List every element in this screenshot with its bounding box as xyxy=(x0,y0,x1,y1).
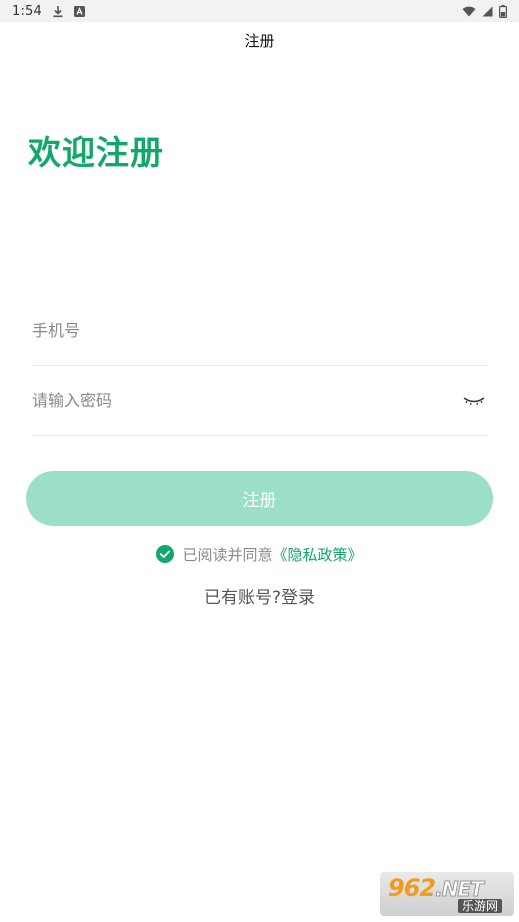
checkbox-checked-icon[interactable] xyxy=(156,545,175,563)
app-notification-icon xyxy=(74,5,85,17)
download-icon xyxy=(52,5,64,18)
watermark-logo: 962.NET 乐游网 xyxy=(380,872,514,916)
register-button[interactable]: 注册 xyxy=(26,471,493,526)
battery-icon xyxy=(499,4,507,18)
watermark-subtitle: 乐游网 xyxy=(458,898,503,913)
wifi-icon xyxy=(462,6,476,17)
phone-input[interactable] xyxy=(32,310,432,351)
status-right xyxy=(462,4,507,18)
status-left: 1:54 xyxy=(12,4,85,19)
status-time: 1:54 xyxy=(12,3,42,19)
password-field-row xyxy=(32,366,488,436)
eye-closed-icon[interactable] xyxy=(462,391,486,411)
signal-icon xyxy=(482,6,493,17)
login-row: 已有账号?登录 xyxy=(0,580,519,610)
title-bar: 注册 xyxy=(0,22,519,58)
status-bar: 1:54 xyxy=(0,0,519,22)
watermark-brand-line: 962.NET xyxy=(388,873,485,902)
agreement-text: 已阅读并同意 xyxy=(182,545,273,564)
register-screen: 1:54 注册 欢迎注册 手机号 注册 已阅读并同意《隐私政策》 已有账号?登录… xyxy=(0,0,519,922)
privacy-policy-link[interactable]: 《隐私政策》 xyxy=(273,546,363,564)
welcome-heading: 欢迎注册 xyxy=(28,133,164,172)
watermark-suffix: .NET xyxy=(435,876,485,901)
login-link[interactable]: 已有账号?登录 xyxy=(204,583,315,608)
agreement-text-wrap: 已阅读并同意《隐私政策》 xyxy=(182,544,362,565)
watermark-brand: 962 xyxy=(388,873,436,902)
page-title: 注册 xyxy=(244,31,275,50)
agreement-row: 已阅读并同意《隐私政策》 xyxy=(0,540,519,568)
password-input[interactable] xyxy=(32,380,432,421)
phone-field-row xyxy=(32,296,488,366)
